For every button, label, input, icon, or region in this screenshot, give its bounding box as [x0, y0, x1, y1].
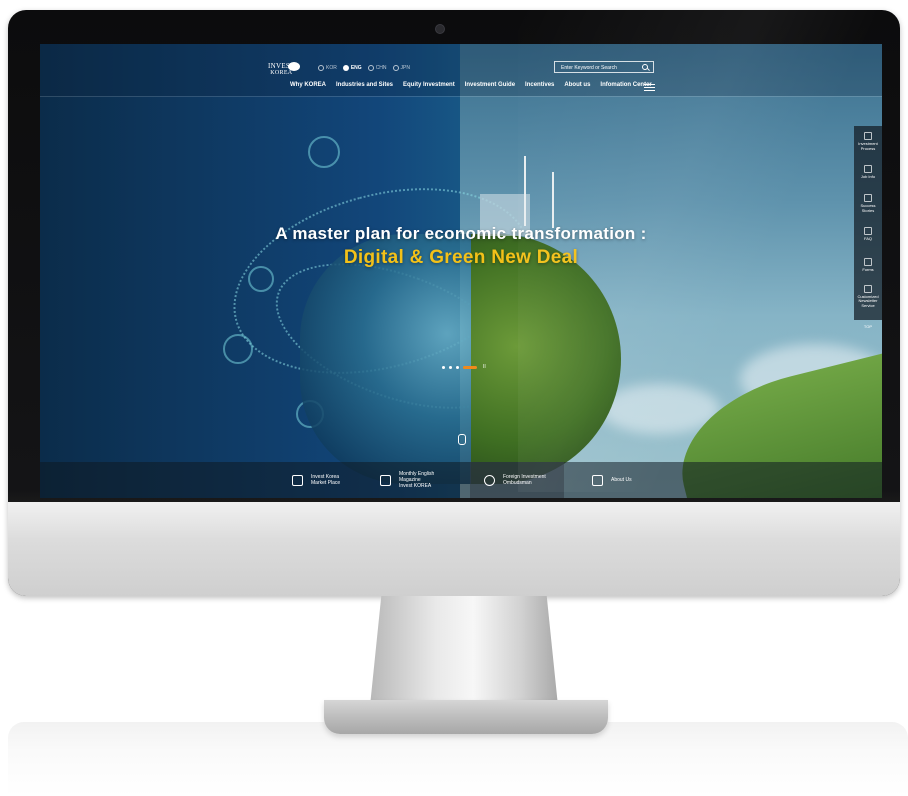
logo-mark-icon [288, 62, 300, 71]
top-button[interactable]: TOP [854, 324, 882, 329]
quick-label: FAQ [863, 236, 872, 242]
pause-icon[interactable]: II [483, 365, 486, 370]
monitor-stand-base [324, 700, 608, 734]
webcam-icon [435, 24, 445, 34]
nav-incentives[interactable]: Incentives [525, 82, 554, 88]
wind-turbine [552, 172, 554, 228]
process-icon [864, 132, 872, 140]
bottom-item-ombudsman[interactable]: Foreign Investment Ombudsman [470, 462, 564, 498]
nav-investment-guide[interactable]: Investment Guide [465, 82, 515, 88]
bottom-quick-bar: Invest Korea Market Place Monthly English… [40, 462, 882, 498]
hamburger-menu-icon[interactable] [644, 84, 655, 91]
nav-equity-investment[interactable]: Equity Investment [403, 82, 455, 88]
lang-label: KOR [326, 65, 337, 71]
lang-label: CHN [375, 65, 387, 71]
trophy-icon [864, 194, 872, 202]
main-nav: Why KOREA Industries and Sites Equity In… [40, 82, 882, 94]
radio-icon [318, 65, 324, 71]
quick-menu: Investment Process Job Info Success Stor… [854, 126, 882, 320]
quick-label: Forms [862, 267, 874, 273]
bottom-label: Market Place [311, 480, 341, 486]
lang-label: JPN [400, 65, 410, 71]
language-selector: KOR ENG CHN JPN [318, 65, 410, 71]
folder-icon [223, 334, 253, 364]
handshake-icon [484, 474, 495, 486]
quick-newsletter[interactable]: Customized Newsletter Service [854, 281, 882, 312]
faq-icon [864, 227, 872, 236]
bottom-label: About Us [611, 477, 632, 483]
quick-forms[interactable]: Forms [854, 250, 882, 281]
lang-kor[interactable]: KOR [318, 65, 337, 71]
logo-text-bottom: KOREA [270, 70, 293, 76]
lang-jpn[interactable]: JPN [392, 65, 410, 71]
slide-dot[interactable] [449, 366, 452, 369]
quick-label: Customized Newsletter Service [857, 293, 879, 308]
nav-why-korea[interactable]: Why KOREA [290, 82, 326, 88]
nav-industries-sites[interactable]: Industries and Sites [336, 82, 393, 88]
slide-pager: II [442, 365, 486, 370]
radio-icon [392, 65, 399, 71]
hero-subtitle: Digital & Green New Deal [343, 247, 579, 268]
bottom-item-marketplace[interactable]: Invest Korea Market Place [292, 462, 388, 498]
nav-about-us[interactable]: About us [564, 82, 590, 88]
slide-dot[interactable] [442, 366, 445, 369]
search-input[interactable]: Enter Keyword or Search [554, 61, 654, 73]
link-icon [248, 266, 274, 292]
wifi-icon [308, 136, 340, 168]
person-icon [864, 165, 872, 174]
slide-dot-active[interactable] [463, 366, 477, 369]
bottom-label: Invest KOREA [399, 483, 432, 489]
form-icon [864, 258, 872, 267]
header-divider [40, 96, 882, 97]
quick-success-stories[interactable]: Success Stories [854, 188, 882, 219]
quick-label: Investment Process [858, 141, 878, 151]
briefcase-icon [592, 474, 603, 486]
quick-job-info[interactable]: Job Info [854, 157, 882, 188]
quick-faq[interactable]: FAQ [854, 219, 882, 250]
newsletter-icon [864, 284, 872, 293]
scroll-mouse-icon[interactable] [458, 434, 466, 445]
website-screen: INVEST KOREA KOR ENG CHN JPN Enter Keywo… [40, 44, 882, 498]
lang-chn[interactable]: CHN [367, 65, 387, 71]
slide-dot[interactable] [456, 366, 459, 369]
bottom-item-magazine[interactable]: Monthly English Magazine Invest KOREA [380, 462, 466, 498]
cube-icon [292, 474, 303, 486]
monitor-frame: INVEST KOREA KOR ENG CHN JPN Enter Keywo… [8, 10, 900, 596]
radio-icon [367, 65, 374, 71]
radio-icon [342, 65, 349, 71]
lang-eng[interactable]: ENG [342, 65, 362, 71]
search-placeholder: Enter Keyword or Search [561, 65, 617, 71]
lang-label: ENG [350, 65, 362, 71]
search-icon[interactable] [642, 64, 648, 70]
book-icon [380, 474, 391, 486]
hero-title: A master plan for economic transformatio… [275, 224, 647, 243]
bottom-item-about-us[interactable]: About Us [592, 462, 686, 498]
monitor-stand-neck [370, 596, 558, 706]
bottom-label: Ombudsman [503, 480, 532, 486]
quick-label: Success Stories [860, 203, 876, 213]
quick-label: Job Info [860, 174, 876, 180]
monitor-chin [8, 502, 900, 596]
wind-turbine [524, 156, 526, 226]
quick-investment-process[interactable]: Investment Process [854, 126, 882, 157]
